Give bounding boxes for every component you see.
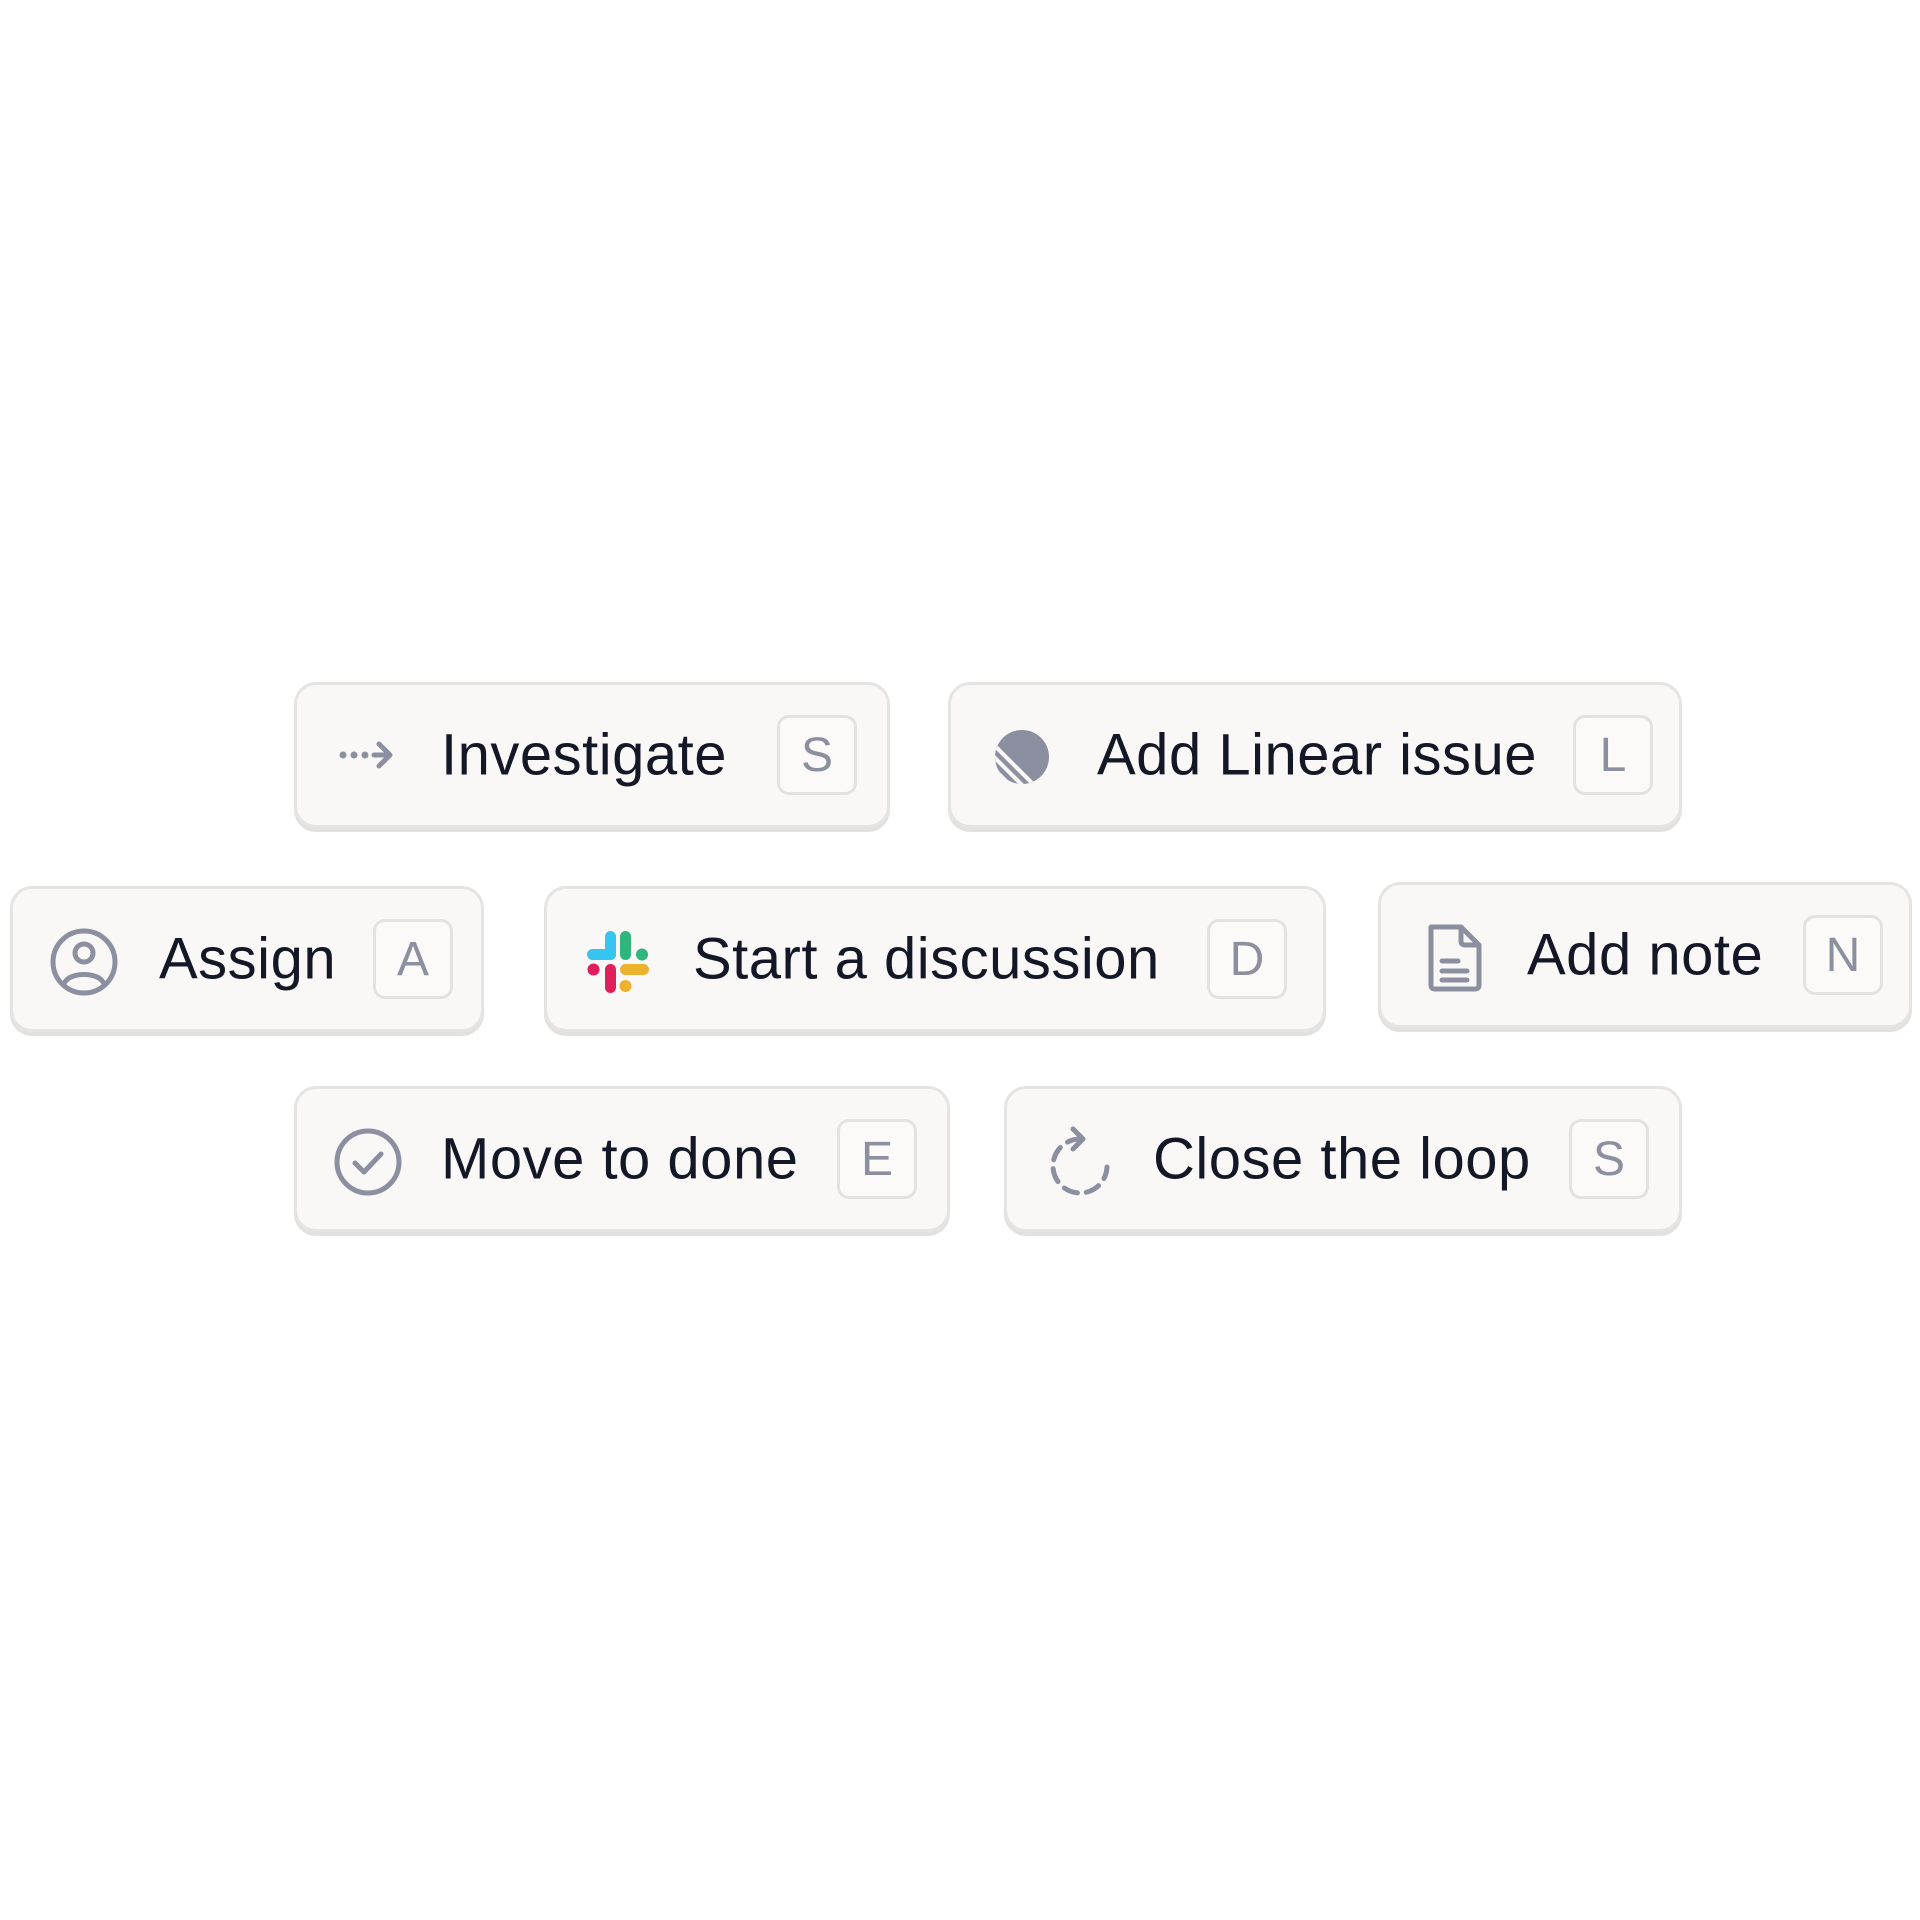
add-note-shortcut-key: N: [1803, 915, 1883, 995]
refresh-dashed-icon: [1043, 1121, 1115, 1201]
move-to-done-label: Move to done: [441, 1126, 799, 1192]
move-to-done-button[interactable]: Move to done E: [294, 1086, 950, 1232]
assign-button[interactable]: Assign A: [10, 886, 484, 1032]
check-circle-icon: [333, 1127, 403, 1197]
action-buttons-canvas: Investigate S Add Linear issue L Assign …: [0, 0, 1920, 1920]
add-linear-issue-shortcut-key: L: [1573, 715, 1653, 795]
slack-logo-icon: [585, 929, 651, 995]
close-the-loop-button[interactable]: Close the loop S: [1004, 1086, 1682, 1232]
add-linear-issue-label: Add Linear issue: [1097, 722, 1538, 788]
linear-logo-icon: [993, 728, 1051, 786]
investigate-label: Investigate: [441, 722, 728, 788]
assign-label: Assign: [159, 926, 337, 992]
user-circle-icon: [49, 927, 119, 997]
document-icon: [1425, 923, 1483, 993]
add-note-button[interactable]: Add note N: [1378, 882, 1912, 1028]
start-discussion-button[interactable]: Start a discussion D: [544, 886, 1326, 1032]
close-the-loop-label: Close the loop: [1153, 1126, 1531, 1192]
add-note-label: Add note: [1527, 922, 1764, 988]
dotted-arrow-icon: [337, 728, 397, 782]
assign-shortcut-key: A: [373, 919, 453, 999]
start-discussion-shortcut-key: D: [1207, 919, 1287, 999]
investigate-shortcut-key: S: [777, 715, 857, 795]
investigate-button[interactable]: Investigate S: [294, 682, 890, 828]
add-linear-issue-button[interactable]: Add Linear issue L: [948, 682, 1682, 828]
move-to-done-shortcut-key: E: [837, 1119, 917, 1199]
start-discussion-label: Start a discussion: [693, 926, 1160, 992]
close-the-loop-shortcut-key: S: [1569, 1119, 1649, 1199]
